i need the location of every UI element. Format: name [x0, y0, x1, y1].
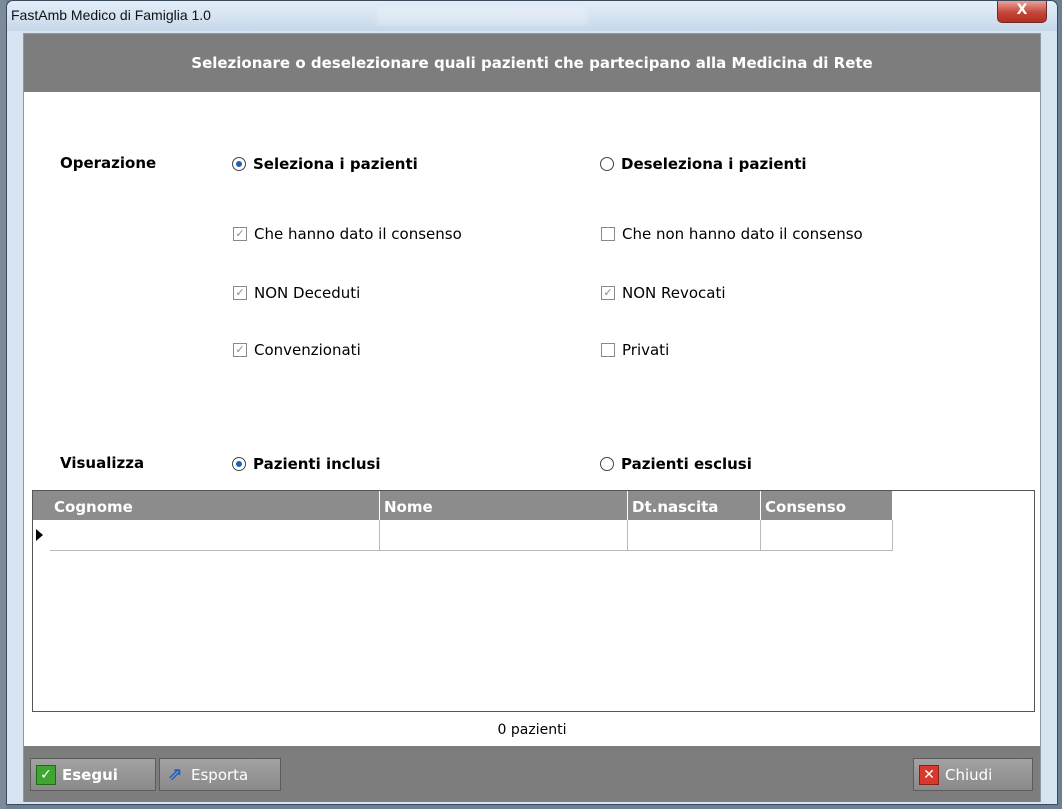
checkbox-non-deceduti-label: NON Deceduti — [254, 284, 361, 302]
checkbox-checked-icon: ✓ — [233, 227, 247, 241]
checkbox-checked-icon: ✓ — [233, 286, 247, 300]
patient-count: 0 pazienti — [497, 722, 567, 738]
radio-selected-icon — [232, 157, 246, 171]
cell-nome[interactable] — [380, 520, 628, 551]
checkbox-privati[interactable]: Privati — [601, 341, 669, 359]
checkbox-non-deceduti[interactable]: ✓ NON Deceduti — [233, 284, 360, 302]
checkbox-consenso[interactable]: ✓ Che hanno dato il consenso — [233, 225, 462, 243]
column-header-cognome[interactable]: Cognome — [50, 491, 380, 520]
deseleziona-radio[interactable]: Deseleziona i pazienti — [600, 155, 807, 173]
seleziona-radio-label: Seleziona i pazienti — [253, 155, 418, 173]
table-row[interactable] — [33, 520, 893, 551]
current-row-arrow-icon — [36, 529, 43, 541]
checkbox-convenzionati[interactable]: ✓ Convenzionati — [233, 341, 361, 359]
checkbox-non-consenso[interactable]: Che non hanno dato il consenso — [601, 225, 863, 243]
grid-header: Cognome Nome Dt.nascita Consenso — [33, 491, 893, 520]
radio-unselected-icon — [600, 457, 614, 471]
button-bar: ✓ Esegui ⇗ Esporta ✕ Chiudi — [24, 746, 1040, 802]
deseleziona-radio-label: Deseleziona i pazienti — [621, 155, 807, 173]
title-bar[interactable]: FastAmb Medico di Famiglia 1.0 X — [7, 1, 1057, 31]
esegui-button-label: Esegui — [62, 765, 118, 784]
cell-consenso[interactable] — [761, 520, 893, 551]
checkbox-unchecked-icon — [601, 343, 615, 357]
operazione-label: Operazione — [60, 154, 157, 172]
checkbox-checked-icon: ✓ — [233, 343, 247, 357]
window-close-button[interactable]: X — [997, 1, 1047, 23]
radio-selected-icon — [232, 457, 246, 471]
export-icon: ⇗ — [167, 764, 183, 785]
column-header-consenso[interactable]: Consenso — [761, 491, 893, 520]
esporta-button-label: Esporta — [191, 765, 249, 784]
column-header-nome[interactable]: Nome — [380, 491, 628, 520]
checkmark-icon: ✓ — [36, 764, 56, 785]
window-title: FastAmb Medico di Famiglia 1.0 — [11, 7, 211, 23]
cell-cognome[interactable] — [50, 520, 380, 551]
checkbox-unchecked-icon — [601, 227, 615, 241]
radio-unselected-icon — [600, 157, 614, 171]
close-x-icon: ✕ — [919, 764, 939, 785]
checkbox-non-consenso-label: Che non hanno dato il consenso — [622, 225, 863, 243]
esporta-button[interactable]: ⇗ Esporta — [159, 758, 281, 791]
chiudi-button[interactable]: ✕ Chiudi — [913, 758, 1033, 791]
visualizza-label: Visualizza — [60, 454, 145, 472]
cell-dt-nascita[interactable] — [628, 520, 761, 551]
row-selector[interactable] — [33, 520, 50, 551]
pazienti-esclusi-radio[interactable]: Pazienti esclusi — [600, 455, 752, 473]
instruction-header: Selezionare o deselezionare quali pazien… — [24, 34, 1040, 92]
checkbox-checked-icon: ✓ — [601, 286, 615, 300]
dialog-content: Selezionare o deselezionare quali pazien… — [23, 33, 1041, 802]
column-header-dt-nascita[interactable]: Dt.nascita — [628, 491, 761, 520]
title-blurred-area — [377, 7, 587, 25]
pazienti-esclusi-label: Pazienti esclusi — [621, 455, 752, 473]
chiudi-button-label: Chiudi — [945, 765, 993, 784]
pazienti-inclusi-radio[interactable]: Pazienti inclusi — [232, 455, 381, 473]
checkbox-convenzionati-label: Convenzionati — [254, 341, 361, 359]
checkbox-consenso-label: Che hanno dato il consenso — [254, 225, 462, 243]
pazienti-inclusi-label: Pazienti inclusi — [253, 455, 381, 473]
checkbox-non-revocati-label: NON Revocati — [622, 284, 726, 302]
seleziona-radio[interactable]: Seleziona i pazienti — [232, 155, 418, 173]
checkbox-privati-label: Privati — [622, 341, 670, 359]
dialog-window: FastAmb Medico di Famiglia 1.0 X Selezio… — [6, 0, 1058, 805]
checkbox-non-revocati[interactable]: ✓ NON Revocati — [601, 284, 726, 302]
patients-grid[interactable]: Cognome Nome Dt.nascita Consenso — [32, 490, 1035, 712]
esegui-button[interactable]: ✓ Esegui — [30, 758, 156, 791]
